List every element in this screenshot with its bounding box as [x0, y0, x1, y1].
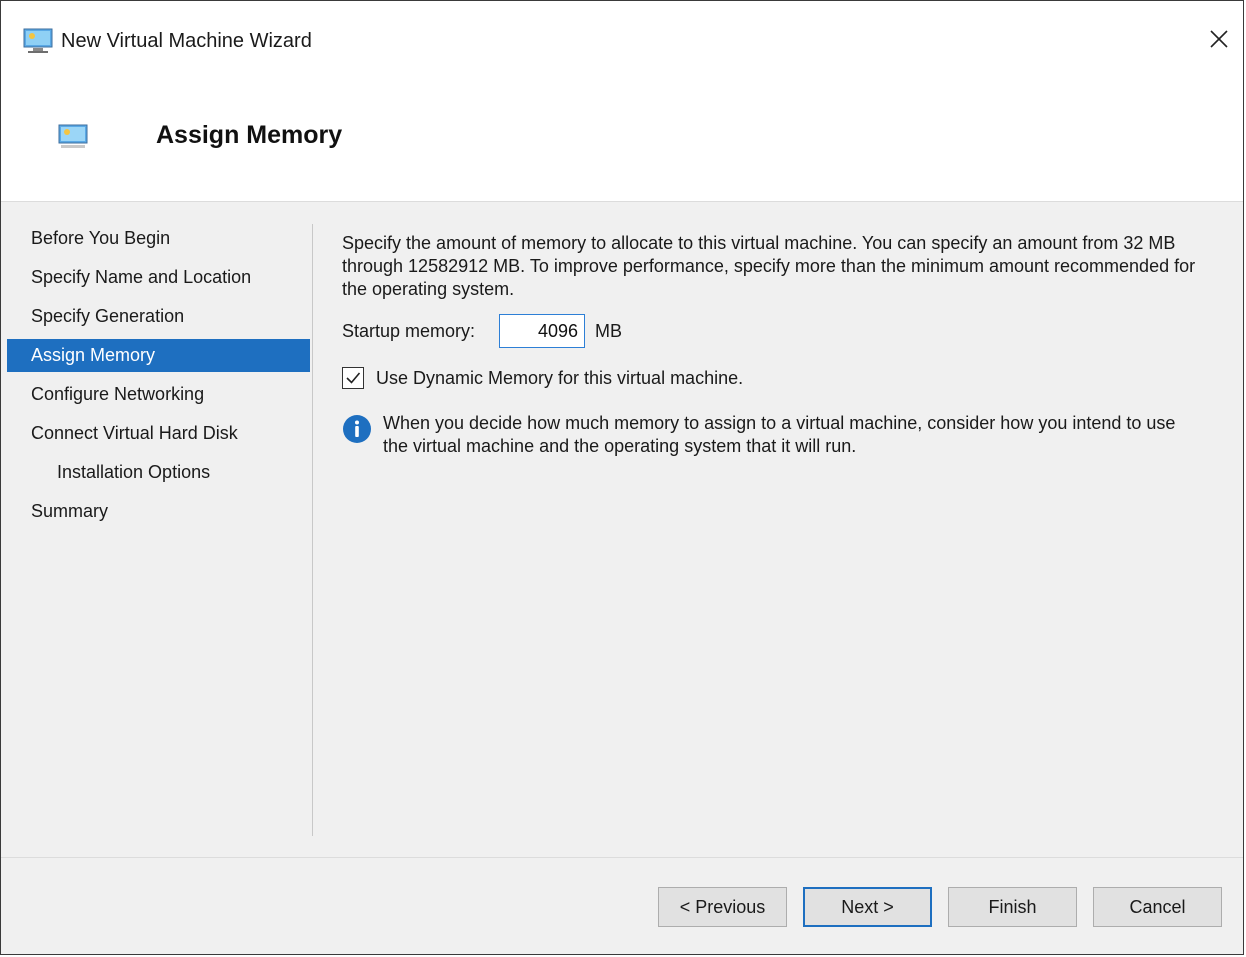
nav-divider [312, 224, 313, 836]
dynamic-memory-checkbox[interactable] [342, 367, 364, 389]
startup-memory-unit: MB [595, 320, 622, 341]
close-icon [1209, 29, 1229, 54]
window-title: New Virtual Machine Wizard [61, 30, 312, 52]
step-navigation: Before You Begin Specify Name and Locatio… [7, 222, 310, 534]
nav-item-configure-networking[interactable]: Configure Networking [7, 378, 310, 411]
info-note: When you decide how much memory to assig… [342, 412, 1203, 458]
nav-item-specify-generation[interactable]: Specify Generation [7, 300, 310, 333]
nav-item-specify-name-and-location[interactable]: Specify Name and Location [7, 261, 310, 294]
virtual-machine-icon [23, 28, 53, 54]
virtual-machine-icon [57, 123, 89, 151]
wizard-body: Before You Begin Specify Name and Locatio… [1, 202, 1243, 857]
nav-item-installation-options[interactable]: Installation Options [7, 456, 310, 489]
wizard-header: Assign Memory [1, 85, 1243, 202]
title-bar: New Virtual Machine Wizard [1, 1, 1243, 85]
page-title: Assign Memory [156, 121, 343, 149]
memory-description: Specify the amount of memory to allocate… [342, 233, 1196, 299]
info-icon [342, 414, 372, 444]
cancel-button[interactable]: Cancel [1093, 887, 1222, 927]
nav-item-assign-memory[interactable]: Assign Memory [7, 339, 310, 372]
wizard-footer: < Previous Next > Finish Cancel [1, 857, 1243, 954]
step-content: Specify the amount of memory to allocate… [342, 232, 1212, 456]
nav-item-summary[interactable]: Summary [7, 495, 310, 528]
startup-memory-row: Startup memory: MB [342, 314, 622, 348]
nav-item-before-you-begin[interactable]: Before You Begin [7, 222, 310, 255]
wizard-window: New Virtual Machine Wizard Assign Memory… [0, 0, 1244, 955]
dynamic-memory-option[interactable]: Use Dynamic Memory for this virtual mach… [342, 367, 743, 389]
startup-memory-label: Startup memory: [342, 320, 476, 341]
info-text: When you decide how much memory to assig… [383, 413, 1176, 456]
startup-memory-input[interactable] [499, 314, 585, 348]
checkmark-icon [346, 372, 361, 384]
previous-button[interactable]: < Previous [658, 887, 787, 927]
nav-item-connect-virtual-hard-disk[interactable]: Connect Virtual Hard Disk [7, 417, 310, 450]
next-button[interactable]: Next > [803, 887, 932, 927]
dynamic-memory-label: Use Dynamic Memory for this virtual mach… [376, 367, 744, 388]
finish-button[interactable]: Finish [948, 887, 1077, 927]
close-button[interactable] [1201, 23, 1237, 59]
